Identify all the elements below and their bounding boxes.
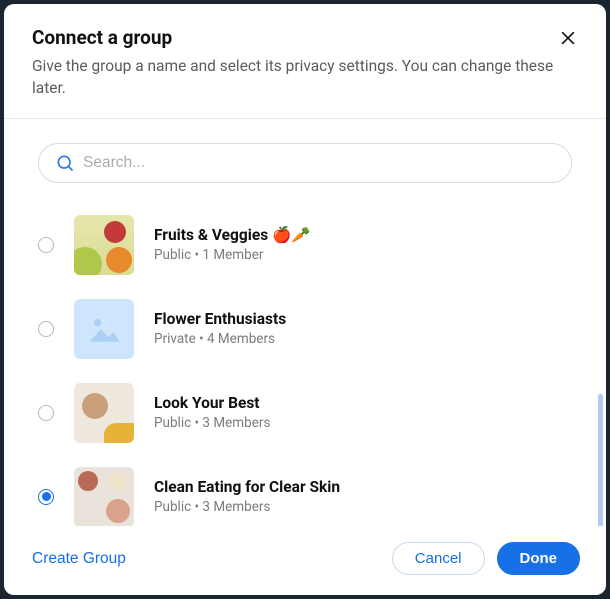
group-info: Fruits & Veggies 🍎🥕 Public • 1 Member [154, 226, 311, 263]
modal-subtitle: Give the group a name and select its pri… [32, 55, 578, 100]
group-name: Clean Eating for Clear Skin [154, 478, 340, 496]
group-thumbnail [74, 467, 134, 526]
group-info: Clean Eating for Clear Skin Public • 3 Me… [154, 478, 340, 515]
group-name: Flower Enthusiasts [154, 310, 286, 328]
done-button[interactable]: Done [497, 542, 581, 575]
close-button[interactable] [554, 24, 582, 52]
group-thumbnail [74, 383, 134, 443]
modal-header: Connect a group Give the group a name an… [4, 4, 606, 119]
modal-title: Connect a group [32, 26, 578, 49]
group-row[interactable]: Look Your Best Public • 3 Members [38, 371, 572, 455]
group-radio[interactable] [38, 405, 54, 421]
group-radio[interactable] [38, 321, 54, 337]
group-meta: Public • 1 Member [154, 247, 311, 263]
group-meta: Public • 3 Members [154, 415, 270, 431]
modal-footer: Create Group Cancel Done [4, 526, 606, 595]
image-placeholder-icon [85, 310, 123, 348]
group-row[interactable]: Clean Eating for Clear Skin Public • 3 Me… [38, 455, 572, 526]
group-name: Fruits & Veggies 🍎🥕 [154, 226, 311, 244]
search-field[interactable] [38, 143, 572, 183]
group-meta: Public • 3 Members [154, 499, 340, 515]
search-icon [55, 153, 75, 173]
cancel-button[interactable]: Cancel [392, 542, 485, 575]
group-radio[interactable] [38, 489, 54, 505]
group-info: Look Your Best Public • 3 Members [154, 394, 270, 431]
group-name: Look Your Best [154, 394, 270, 412]
group-row[interactable]: Fruits & Veggies 🍎🥕 Public • 1 Member [38, 203, 572, 287]
group-meta: Private • 4 Members [154, 331, 286, 347]
create-group-link[interactable]: Create Group [30, 546, 128, 572]
group-info: Flower Enthusiasts Private • 4 Members [154, 310, 286, 347]
group-thumbnail [74, 299, 134, 359]
modal-body: Fruits & Veggies 🍎🥕 Public • 1 Member Flow… [4, 119, 606, 526]
group-list: Fruits & Veggies 🍎🥕 Public • 1 Member Flow… [38, 203, 572, 526]
scrollbar-thumb[interactable] [598, 394, 603, 526]
connect-group-modal: Connect a group Give the group a name an… [4, 4, 606, 595]
group-thumbnail [74, 215, 134, 275]
search-input[interactable] [75, 152, 555, 174]
group-row[interactable]: Flower Enthusiasts Private • 4 Members [38, 287, 572, 371]
close-icon [558, 28, 578, 48]
group-radio[interactable] [38, 237, 54, 253]
